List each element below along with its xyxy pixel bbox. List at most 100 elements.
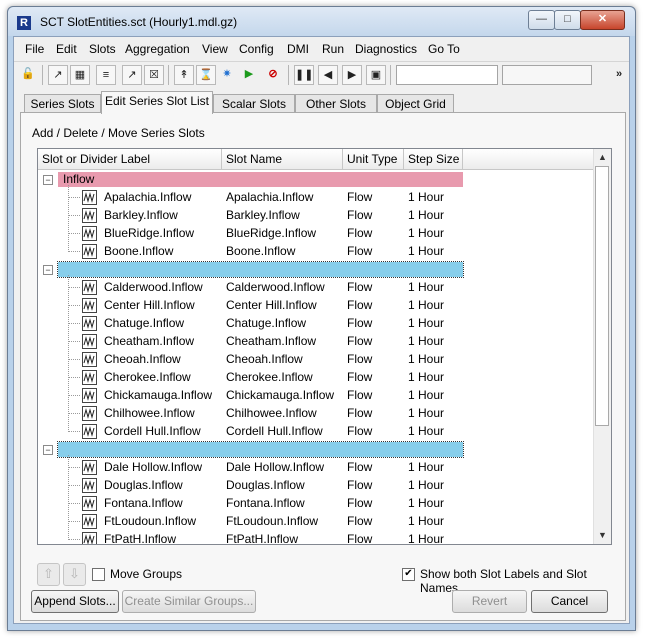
menu-go-to[interactable]: Go To [428, 42, 460, 56]
slot-row[interactable]: FtPatH.Inflow FtPatH.Inflow Flow 1 Hour [38, 531, 593, 545]
tree-connector [68, 323, 80, 324]
list-view-icon[interactable]: ≡ [96, 65, 116, 85]
slot-name-cell: Cordell Hull.Inflow [226, 424, 323, 438]
table-view-icon[interactable]: ▦ [70, 65, 90, 85]
plot-icon[interactable]: ↟ [174, 65, 194, 85]
column-header-unit-type[interactable]: Unit Type [343, 149, 404, 170]
revert-button[interactable]: Revert [452, 590, 527, 613]
slot-row[interactable]: Cheatham.Inflow Cheatham.Inflow Flow 1 Hour [38, 333, 593, 351]
timer-icon[interactable]: ⌛ [196, 65, 216, 85]
collapse-icon[interactable]: − [43, 175, 53, 185]
slot-name-cell: FtPatH.Inflow [226, 532, 299, 545]
slot-row[interactable]: Apalachia.Inflow Apalachia.Inflow Flow 1 Ho… [38, 189, 593, 207]
append-slots-button[interactable]: Append Slots... [31, 590, 119, 613]
toolbar-overflow-icon[interactable]: » [610, 65, 628, 83]
slot-row[interactable]: Calderwood.Inflow Calderwood.Inflow Flow 1 … [38, 279, 593, 297]
slot-row[interactable]: Chilhowee.Inflow Chilhowee.Inflow Flow 1 Ho… [38, 405, 593, 423]
toolbar-separator [168, 65, 169, 85]
menu-config[interactable]: Config [239, 42, 274, 56]
menu-dmi[interactable]: DMI [287, 42, 309, 56]
slot-row[interactable]: FtLoudoun.Inflow FtLoudoun.Inflow Flow 1 Ho… [38, 513, 593, 531]
lock-icon[interactable]: 🔓 [19, 65, 37, 83]
toolbar-text-field[interactable] [396, 65, 498, 85]
slot-row[interactable]: Douglas.Inflow Douglas.Inflow Flow 1 Hour [38, 477, 593, 495]
scroll-down-icon[interactable]: ▼ [594, 527, 611, 544]
step-back-icon[interactable]: ◀ [318, 65, 338, 85]
close-button[interactable]: ✕ [580, 10, 625, 30]
tree-connector [68, 233, 80, 234]
slot-row[interactable]: Cheoah.Inflow Cheoah.Inflow Flow 1 Hour [38, 351, 593, 369]
menu-run[interactable]: Run [322, 42, 344, 56]
slot-row[interactable]: Chickamauga.Inflow Chickamauga.Inflow Flow… [38, 387, 593, 405]
series-slot-icon [82, 334, 97, 349]
slot-row[interactable]: Boone.Inflow Boone.Inflow Flow 1 Hour [38, 243, 593, 261]
vertical-scrollbar[interactable]: ▲ ▼ [593, 149, 611, 544]
slot-name-cell: Dale Hollow.Inflow [226, 460, 325, 474]
menu-diagnostics[interactable]: Diagnostics [355, 42, 417, 56]
group-divider-bar[interactable] [57, 441, 464, 458]
menu-view[interactable]: View [202, 42, 228, 56]
minimize-button[interactable]: — [528, 10, 555, 30]
unit-type-cell: Flow [347, 532, 373, 545]
move-up-button[interactable]: ⇧ [37, 563, 60, 586]
slot-row[interactable]: Fontana.Inflow Fontana.Inflow Flow 1 Hour [38, 495, 593, 513]
scroll-up-icon[interactable]: ▲ [594, 149, 611, 166]
collapse-icon[interactable]: − [43, 445, 53, 455]
maximize-button[interactable]: □ [554, 10, 581, 30]
slot-name-cell: Apalachia.Inflow [226, 190, 314, 204]
move-down-button[interactable]: ⇩ [63, 563, 86, 586]
slot-row[interactable]: BlueRidge.Inflow BlueRidge.Inflow Flow 1 Ho… [38, 225, 593, 243]
fit-window-icon[interactable]: ▣ [366, 65, 386, 85]
close-object-icon[interactable]: ☒ [144, 65, 164, 85]
menu-edit[interactable]: Edit [56, 42, 77, 56]
group-divider-bar[interactable] [57, 261, 464, 278]
slot-row[interactable]: Cherokee.Inflow Cherokee.Inflow Flow 1 Hour [38, 369, 593, 387]
column-header-slot-name[interactable]: Slot Name [222, 149, 343, 170]
menu-file[interactable]: File [25, 42, 44, 56]
series-slot-icon [82, 244, 97, 259]
slot-row[interactable]: Dale Hollow.Inflow Dale Hollow.Inflow Flow… [38, 459, 593, 477]
select-tool-icon[interactable]: ↗ [48, 65, 68, 85]
section-title: Add / Delete / Move Series Slots [32, 126, 205, 140]
group-row[interactable]: − [38, 261, 593, 279]
tab-other-slots[interactable]: Other Slots [295, 94, 377, 113]
group-divider-bar[interactable]: Inflow [58, 172, 463, 187]
tab-scalar-slots[interactable]: Scalar Slots [213, 94, 295, 113]
slot-label-cell: Fontana.Inflow [104, 496, 183, 510]
group-row[interactable]: − Inflow [38, 171, 593, 189]
slot-name-cell: Barkley.Inflow [226, 208, 300, 222]
show-both-checkbox[interactable]: ✔ [402, 568, 415, 581]
group-row[interactable]: − [38, 441, 593, 459]
series-slot-icon [82, 370, 97, 385]
step-icon[interactable]: ❚❚ [294, 65, 314, 85]
stop-icon[interactable]: ⊘ [264, 65, 282, 83]
run-person-icon[interactable]: ✷ [218, 65, 236, 83]
step-forward-icon[interactable]: ▶ [342, 65, 362, 85]
unit-type-cell: Flow [347, 352, 373, 366]
slot-row[interactable]: Barkley.Inflow Barkley.Inflow Flow 1 Hour [38, 207, 593, 225]
tab-object-grid[interactable]: Object Grid [377, 94, 454, 113]
collapse-icon[interactable]: − [43, 265, 53, 275]
unit-type-cell: Flow [347, 514, 373, 528]
cancel-button[interactable]: Cancel [531, 590, 608, 613]
scroll-thumb[interactable] [595, 166, 609, 426]
slot-row[interactable]: Cordell Hull.Inflow Cordell Hull.Inflow Fl… [38, 423, 593, 441]
move-groups-checkbox[interactable] [92, 568, 105, 581]
tree-connector [68, 431, 80, 432]
slot-row[interactable]: Center Hill.Inflow Center Hill.Inflow Flow… [38, 297, 593, 315]
tree-connector [68, 287, 80, 288]
slot-label-cell: FtLoudoun.Inflow [104, 514, 197, 528]
menu-aggregation[interactable]: Aggregation [125, 42, 190, 56]
slot-row[interactable]: Chatuge.Inflow Chatuge.Inflow Flow 1 Hour [38, 315, 593, 333]
column-header-step-size[interactable]: Step Size [404, 149, 463, 170]
column-header-label[interactable]: Slot or Divider Label [38, 149, 222, 170]
tree-connector [68, 539, 80, 540]
play-icon[interactable]: ▶ [240, 65, 258, 83]
tab-edit-series-slot-list[interactable]: Edit Series Slot List [101, 91, 213, 114]
create-similar-groups-button[interactable]: Create Similar Groups... [122, 590, 256, 613]
title-bar[interactable]: R SCT SlotEntities.sct (Hourly1.mdl.gz) … [8, 7, 635, 36]
open-object-icon[interactable]: ↗ [122, 65, 142, 85]
toolbar-separator [390, 65, 391, 85]
menu-slots[interactable]: Slots [89, 42, 116, 56]
tab-series-slots[interactable]: Series Slots [24, 94, 101, 113]
